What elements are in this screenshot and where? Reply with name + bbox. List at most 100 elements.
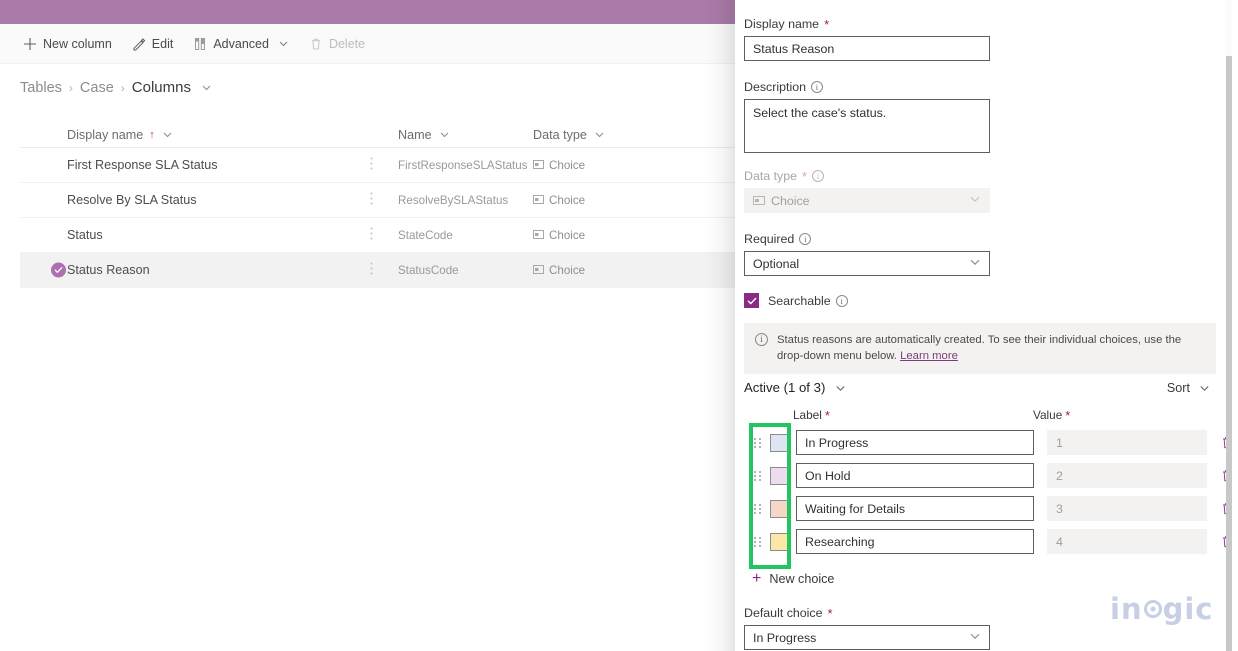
drag-handle-icon[interactable] xyxy=(751,503,763,514)
column-header-label: Display name xyxy=(67,127,144,142)
row-selected-check-icon[interactable] xyxy=(51,262,66,278)
table-row[interactable]: Resolve By SLA Status ResolveBySLAStatus… xyxy=(20,183,760,218)
choice-value-text: 4 xyxy=(1056,534,1063,549)
cell-data-type: Choice xyxy=(533,264,713,277)
choice-row: In Progress 1 xyxy=(744,426,1235,459)
drag-handle-icon[interactable] xyxy=(751,536,763,547)
breadcrumb-item-case[interactable]: Case xyxy=(80,80,114,96)
column-header-name[interactable]: Name xyxy=(398,128,533,142)
default-choice-select[interactable]: In Progress xyxy=(744,625,990,650)
label-text: Display name xyxy=(744,17,820,31)
cell-data-type-label: Choice xyxy=(549,263,586,277)
info-icon[interactable]: i xyxy=(812,170,825,182)
info-icon[interactable]: i xyxy=(835,294,848,307)
drag-handle-icon[interactable] xyxy=(751,437,763,448)
cell-data-type: Choice xyxy=(533,159,713,172)
label-text: Default choice xyxy=(744,606,823,620)
panel-scrollbar[interactable] xyxy=(1226,0,1232,651)
row-overflow-menu-icon[interactable] xyxy=(370,262,398,278)
cell-data-type: Choice xyxy=(533,194,713,207)
checkbox-checked-icon[interactable] xyxy=(744,293,759,308)
chevron-down-icon[interactable] xyxy=(1199,382,1210,393)
watermark-text-right: gic xyxy=(1162,592,1214,626)
description-value: Select the case's status. xyxy=(753,106,887,120)
breadcrumb-current-columns[interactable]: Columns xyxy=(132,79,191,96)
label-text: Description xyxy=(744,80,806,94)
learn-more-link[interactable]: Learn more xyxy=(900,350,958,362)
info-icon: i xyxy=(755,333,768,346)
chevron-down-icon[interactable] xyxy=(439,129,450,140)
data-type-select: Choice xyxy=(744,188,990,213)
advanced-button[interactable]: Advanced xyxy=(184,28,298,60)
display-name-value: Status Reason xyxy=(753,41,835,56)
cell-data-type-label: Choice xyxy=(549,228,586,242)
label-text: Data type xyxy=(744,169,798,183)
choice-value-text: 2 xyxy=(1056,468,1063,483)
chevron-down-icon[interactable] xyxy=(835,382,846,393)
row-overflow-menu-icon[interactable] xyxy=(370,192,398,208)
choice-color-swatch[interactable] xyxy=(770,499,788,518)
choice-state-filter[interactable]: Active (1 of 3) xyxy=(744,380,846,395)
new-column-label: New column xyxy=(43,36,112,51)
data-type-field: Data type * i Choice xyxy=(744,169,990,213)
choice-label-input[interactable]: Researching xyxy=(796,529,1034,554)
info-icon[interactable]: i xyxy=(799,233,812,245)
row-overflow-menu-icon[interactable] xyxy=(370,157,398,173)
choice-color-swatch[interactable] xyxy=(770,433,788,452)
table-row[interactable]: Status StateCode Choice xyxy=(20,218,760,253)
scrollbar-thumb[interactable] xyxy=(1226,56,1232,651)
breadcrumb-item-tables[interactable]: Tables xyxy=(20,80,62,96)
label-column-text: Label xyxy=(793,408,822,422)
display-name-label: Display name * xyxy=(744,17,990,31)
edit-button[interactable]: Edit xyxy=(123,28,183,60)
column-header-data-type[interactable]: Data type xyxy=(533,128,713,142)
choice-row: On Hold 2 xyxy=(744,459,1235,492)
column-header-display-name[interactable]: Display name ↑ xyxy=(20,128,370,142)
choice-type-icon xyxy=(753,194,765,208)
choice-label-input[interactable]: On Hold xyxy=(796,463,1034,488)
info-icon[interactable]: i xyxy=(810,81,823,93)
sort-ascending-icon: ↑ xyxy=(149,128,155,141)
cell-display-name: First Response SLA Status xyxy=(67,158,218,172)
choice-label-input[interactable]: Waiting for Details xyxy=(796,496,1034,521)
new-choice-button[interactable]: + New choice xyxy=(744,571,834,587)
choice-label-value: On Hold xyxy=(805,468,851,483)
choice-label-input[interactable]: In Progress xyxy=(796,430,1034,455)
chevron-down-icon xyxy=(969,256,981,271)
default-choice-field: Default choice * In Progress xyxy=(744,606,990,650)
choice-value-input: 2 xyxy=(1047,463,1207,488)
choice-color-swatch[interactable] xyxy=(770,466,788,485)
sort-button[interactable]: Sort xyxy=(1167,381,1210,395)
required-field: Required i Optional xyxy=(744,232,990,276)
choices-column-headers: Label * Value * xyxy=(744,408,1070,422)
delete-button: Delete xyxy=(300,28,374,60)
columns-table: Display name ↑ Name Data type First Resp… xyxy=(20,122,760,288)
table-row[interactable]: First Response SLA Status FirstResponseS… xyxy=(20,148,760,183)
table-row-selected[interactable]: Status Reason StatusCode Choice xyxy=(20,253,760,288)
cell-name: StatusCode xyxy=(398,263,459,277)
chevron-down-icon[interactable] xyxy=(162,129,173,140)
row-overflow-menu-icon[interactable] xyxy=(370,227,398,243)
inogic-watermark: in gic xyxy=(1110,592,1213,626)
choice-type-icon xyxy=(533,229,544,242)
chevron-down-icon[interactable] xyxy=(594,129,605,140)
cell-display-name: Status Reason xyxy=(67,263,150,277)
advanced-label: Advanced xyxy=(213,36,269,51)
plus-icon xyxy=(23,37,37,51)
required-select[interactable]: Optional xyxy=(744,251,990,276)
choices-list: In Progress 1 On Hold 2 Waiting for Deta… xyxy=(744,426,1235,558)
drag-handle-icon[interactable] xyxy=(751,470,763,481)
display-name-input[interactable]: Status Reason xyxy=(744,36,990,61)
display-name-field: Display name * Status Reason xyxy=(744,17,990,61)
columns-list-pane: New column Edit Advanced Delete Tables ›… xyxy=(0,0,760,651)
description-textarea[interactable]: Select the case's status. xyxy=(744,99,990,153)
choice-value-text: 3 xyxy=(1056,501,1063,516)
choice-type-icon xyxy=(533,159,544,172)
new-column-button[interactable]: New column xyxy=(14,28,121,60)
edit-label: Edit xyxy=(151,36,174,51)
searchable-checkbox-row[interactable]: Searchable i xyxy=(744,293,848,308)
chevron-down-icon[interactable] xyxy=(201,82,212,93)
choice-color-swatch[interactable] xyxy=(770,532,788,551)
value-column-header: Value * xyxy=(1033,408,1070,422)
choice-value-input: 1 xyxy=(1047,430,1207,455)
